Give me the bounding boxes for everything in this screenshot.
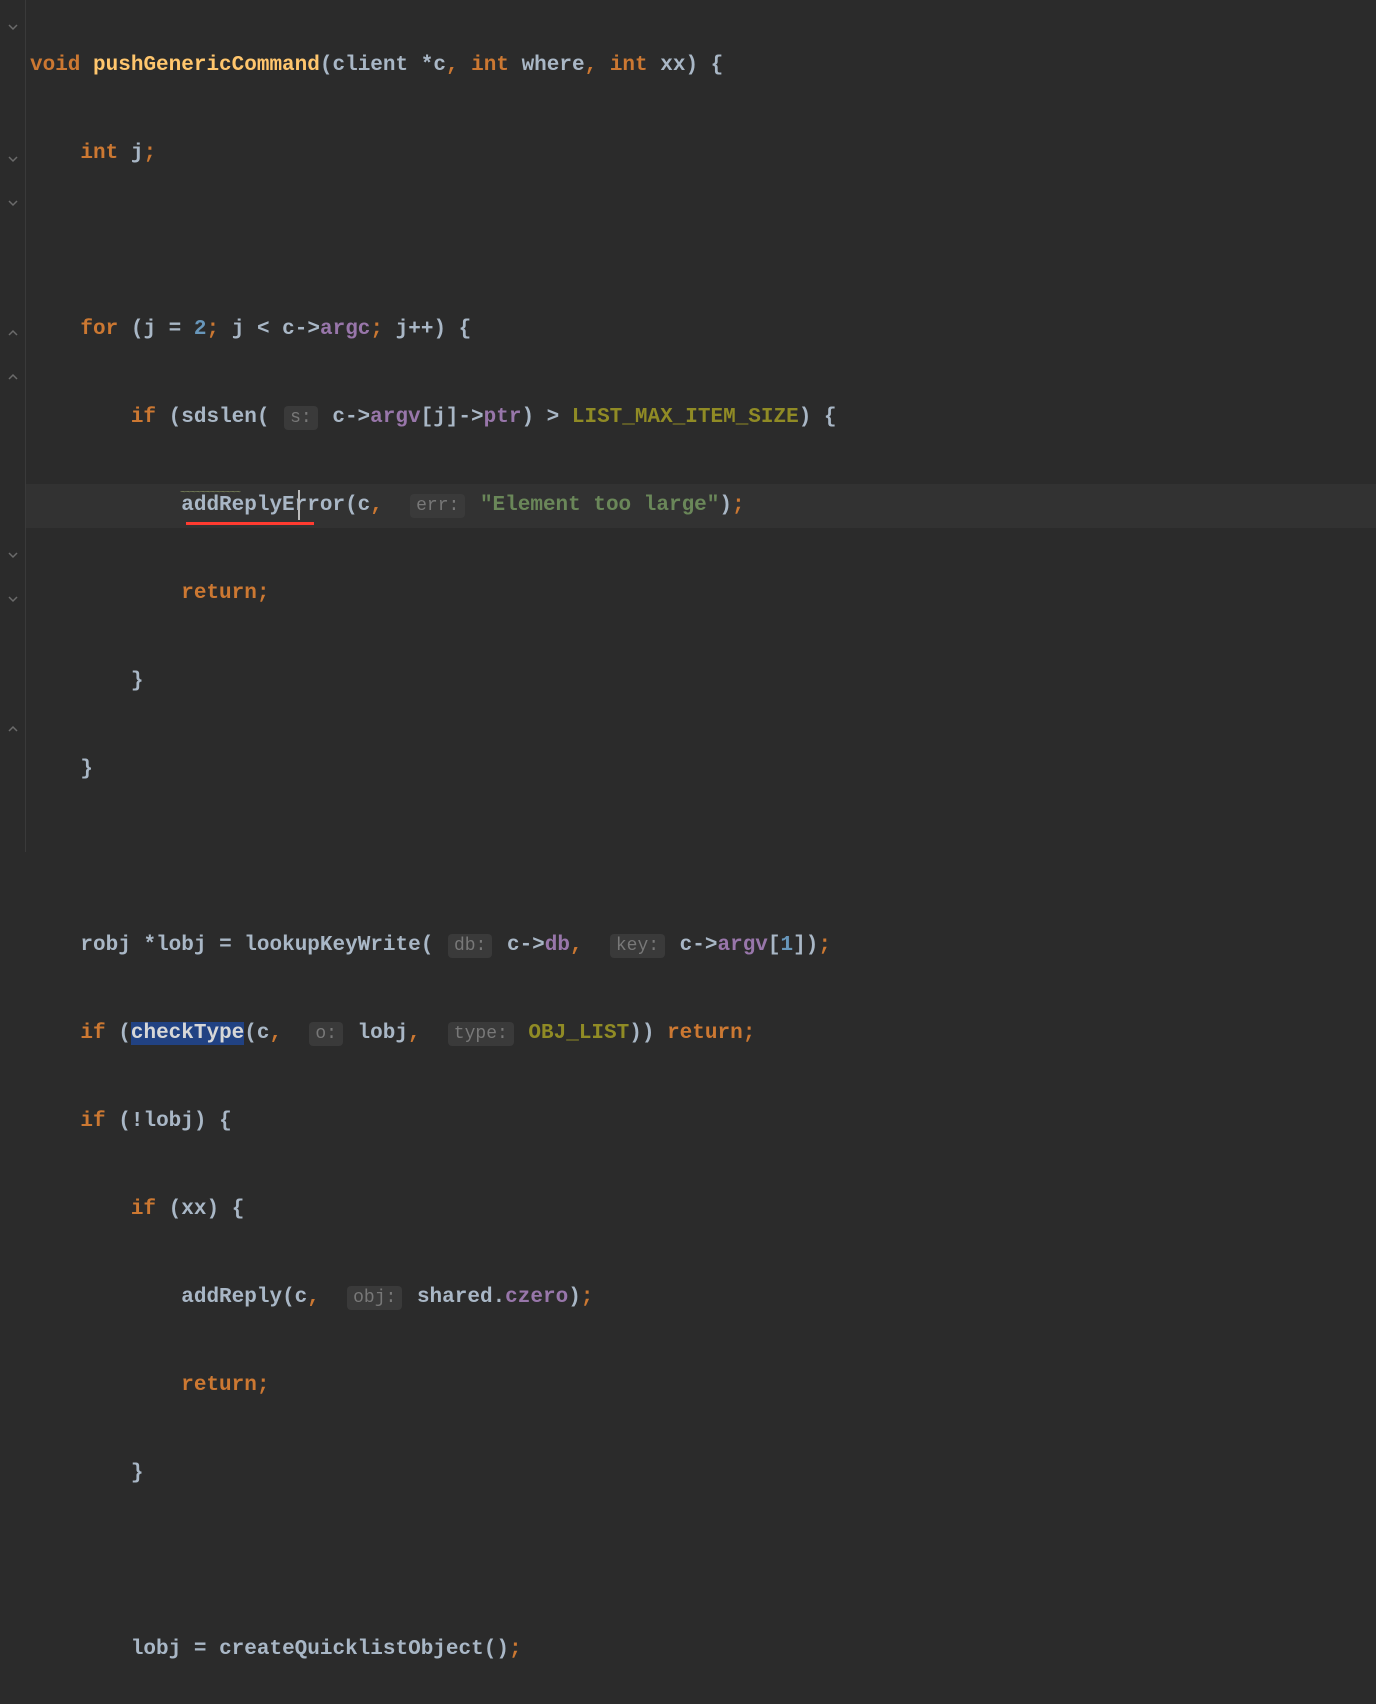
code-line[interactable]: [30, 220, 837, 264]
fold-marker-icon[interactable]: [8, 328, 20, 340]
code-line[interactable]: if (checkType(c, o: lobj, type: OBJ_LIST…: [30, 1012, 837, 1056]
code-line[interactable]: robj *lobj = lookupKeyWrite( db: c->db, …: [30, 924, 837, 968]
param-hint: db:: [448, 934, 492, 958]
code-line[interactable]: [30, 1540, 837, 1584]
code-line[interactable]: lobj = createQuicklistObject();: [30, 1628, 837, 1672]
param-hint: obj:: [347, 1286, 402, 1310]
code-line[interactable]: addReply(c, obj: shared.czero);: [30, 1276, 837, 1320]
code-area[interactable]: void pushGenericCommand(client *c, int w…: [30, 0, 837, 1704]
selected-text: checkType: [131, 1022, 244, 1045]
code-line[interactable]: return;: [30, 1364, 837, 1408]
code-line[interactable]: }: [30, 660, 837, 704]
param-hint: s:: [284, 406, 318, 430]
code-line[interactable]: [30, 836, 837, 880]
code-line[interactable]: addReplyError(c, err: "Element too large…: [30, 484, 837, 528]
code-line[interactable]: }: [30, 748, 837, 792]
code-line[interactable]: }: [30, 1452, 837, 1496]
fold-marker-icon[interactable]: [8, 550, 20, 562]
fold-marker-icon[interactable]: [8, 22, 20, 34]
code-line[interactable]: if (sdslen( s: c->argv[j]->ptr) > LIST_M…: [30, 396, 837, 440]
param-hint: key:: [610, 934, 665, 958]
fold-marker-icon[interactable]: [8, 154, 20, 166]
fold-marker-icon[interactable]: [8, 198, 20, 210]
fold-marker-icon[interactable]: [8, 372, 20, 384]
param-hint: type:: [448, 1022, 514, 1046]
fold-marker-icon[interactable]: [8, 594, 20, 606]
code-line[interactable]: int j;: [30, 132, 837, 176]
code-line[interactable]: if (!lobj) {: [30, 1100, 837, 1144]
error-underline: [186, 522, 314, 525]
param-hint: o:: [309, 1022, 343, 1046]
code-line[interactable]: return;: [30, 572, 837, 616]
param-hint: err:: [410, 494, 465, 518]
code-editor[interactable]: void pushGenericCommand(client *c, int w…: [0, 0, 1376, 852]
fold-marker-icon[interactable]: [8, 724, 20, 736]
warning-underline: ~~~~~~~~~~~~: [180, 472, 252, 516]
code-line[interactable]: void pushGenericCommand(client *c, int w…: [30, 44, 837, 88]
code-line[interactable]: if (xx) {: [30, 1188, 837, 1232]
editor-gutter: [0, 0, 26, 852]
text-caret: [298, 490, 300, 520]
code-line[interactable]: for (j = 2; j < c->argc; j++) {: [30, 308, 837, 352]
